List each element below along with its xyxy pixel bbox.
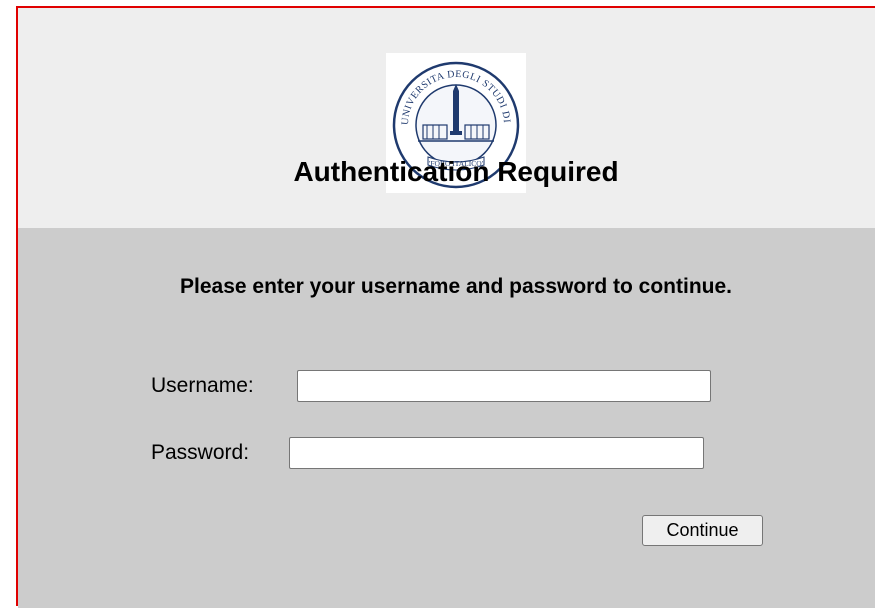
username-input[interactable]: [297, 370, 711, 402]
page-title: Authentication Required: [293, 156, 619, 187]
password-label: Password:: [151, 441, 250, 464]
login-instructions: Please enter your username and password …: [180, 275, 732, 298]
login-panel: Please enter your username and password …: [18, 228, 875, 608]
password-input[interactable]: [289, 437, 704, 469]
header-panel: UNIVERSITA DEGLI STUDI DI ROMA "FORO IT: [18, 8, 875, 228]
auth-frame: UNIVERSITA DEGLI STUDI DI ROMA "FORO IT: [16, 6, 875, 608]
continue-button[interactable]: Continue: [642, 515, 763, 546]
username-label: Username:: [151, 374, 254, 397]
